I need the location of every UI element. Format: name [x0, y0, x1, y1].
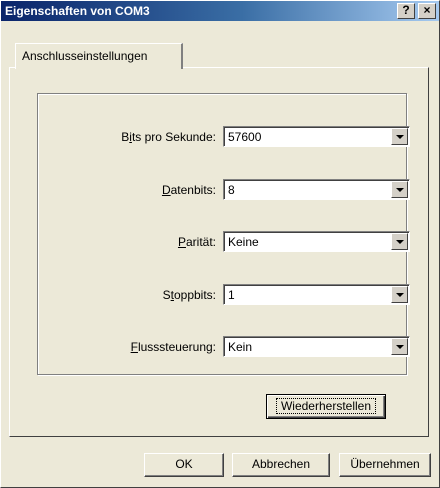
- bits-per-second-label: Bits pro Sekunde:: [121, 130, 216, 144]
- settings-group: Bits pro Sekunde: 57600 Datenbits: 8 Par…: [37, 93, 410, 375]
- cancel-button[interactable]: Abbrechen: [232, 453, 330, 477]
- apply-button[interactable]: Übernehmen: [339, 453, 431, 477]
- title-bar[interactable]: Eigenschaften von COM3 ? ×: [1, 1, 439, 21]
- chevron-down-icon[interactable]: [391, 128, 408, 145]
- tab-port-settings[interactable]: Anschlusseinstellungen: [15, 43, 183, 69]
- close-button[interactable]: ×: [418, 3, 436, 19]
- stop-bits-select[interactable]: 1: [223, 284, 410, 305]
- ok-button[interactable]: OK: [144, 453, 224, 477]
- parity-value: Keine: [228, 235, 259, 249]
- stop-bits-label: Stoppbits:: [162, 288, 216, 302]
- properties-dialog: Eigenschaften von COM3 ? × Anschlusseins…: [0, 0, 440, 488]
- chevron-down-icon[interactable]: [391, 233, 408, 250]
- bits-per-second-value: 57600: [228, 130, 262, 144]
- tab-label: Anschlusseinstellungen: [22, 49, 148, 63]
- chevron-down-icon[interactable]: [391, 338, 408, 355]
- parity-label: Parität:: [177, 235, 216, 249]
- restore-defaults-label: Wiederherstellen: [275, 398, 377, 414]
- flow-control-value: Kein: [228, 340, 253, 354]
- restore-defaults-button[interactable]: Wiederherstellen: [266, 394, 386, 419]
- bits-per-second-select[interactable]: 57600: [223, 126, 410, 147]
- window-title: Eigenschaften von COM3: [5, 4, 150, 18]
- chevron-down-icon[interactable]: [391, 286, 408, 303]
- data-bits-select[interactable]: 8: [223, 179, 410, 200]
- chevron-down-icon[interactable]: [391, 181, 408, 198]
- parity-select[interactable]: Keine: [223, 231, 410, 252]
- help-button[interactable]: ?: [397, 3, 415, 19]
- data-bits-value: 8: [228, 183, 235, 197]
- data-bits-label: Datenbits:: [161, 183, 216, 197]
- stop-bits-value: 1: [228, 288, 235, 302]
- flow-control-select[interactable]: Kein: [223, 336, 410, 357]
- flow-control-label: Flusssteuerung:: [130, 340, 216, 354]
